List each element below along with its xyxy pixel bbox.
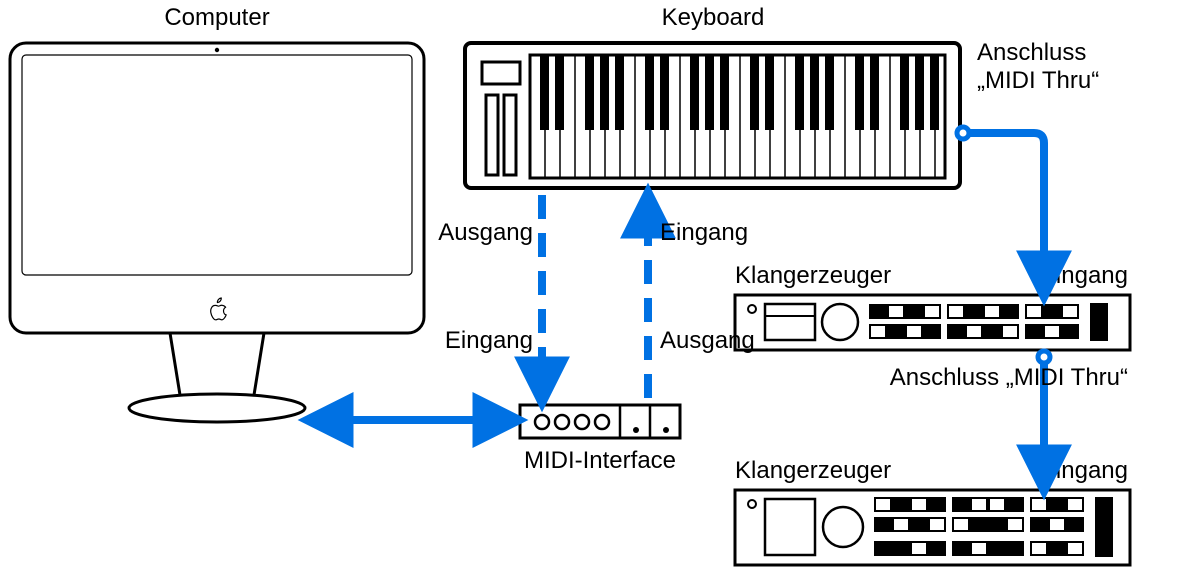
- keyboard-input-label: Eingang: [660, 219, 748, 246]
- midi-interface-label: MIDI-Interface: [524, 447, 676, 474]
- midi-thru-1-label-line1: Anschluss „MIDI Thru“: [977, 39, 1099, 94]
- computer-label: Computer: [164, 4, 269, 31]
- keyboard-label: Keyboard: [662, 4, 765, 31]
- computer-device: [10, 43, 424, 422]
- sound-module-1-input-label: Eingang: [1040, 262, 1128, 289]
- connection-keyboard-thru-module1: [960, 133, 1044, 284]
- sound-module-1-label: Klangerzeuger: [735, 262, 891, 289]
- keyboard-output-label: Ausgang: [438, 219, 533, 246]
- sound-module-2-input-label: Eingang: [1040, 457, 1128, 484]
- midi-interface-device: [520, 405, 680, 438]
- sound-module-2-label: Klangerzeuger: [735, 457, 891, 484]
- midi-output-label: Ausgang: [660, 327, 755, 354]
- midi-thru-2-label: Anschluss „MIDI Thru“: [890, 364, 1128, 391]
- keyboard-device: [465, 43, 960, 188]
- midi-input-label: Eingang: [445, 327, 533, 354]
- sound-module-2: [735, 490, 1130, 565]
- sound-module-1: [735, 295, 1130, 350]
